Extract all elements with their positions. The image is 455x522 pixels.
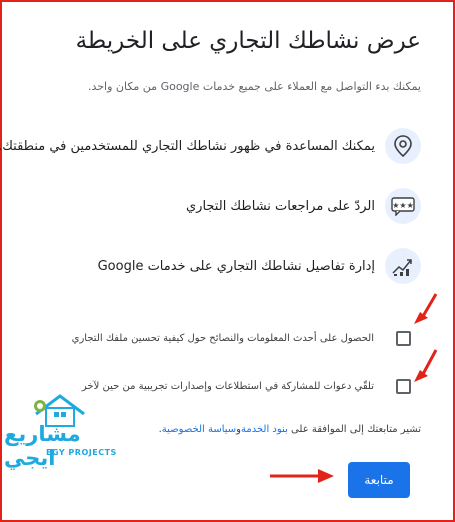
- annotation-arrow-icon: [414, 293, 438, 324]
- surveys-checkbox[interactable]: [396, 378, 411, 394]
- feature-row-reviews: ★★★ الردّ على مراجعات نشاطك التجاري: [21, 186, 421, 226]
- surveys-checkbox-label: تلقّي دعوات للمشاركة في استطلاعات وإصدار…: [81, 380, 374, 392]
- annotation-arrow-icon: [414, 349, 438, 382]
- feature-text: الردّ على مراجعات نشاطك التجاري: [186, 198, 375, 214]
- checkbox-row-tips[interactable]: الحصول على أحدث المعلومات والنصائح حول ك…: [21, 326, 411, 350]
- watermark-logo: مشاريع ايجي EGY PROJECTS: [2, 392, 122, 470]
- watermark-text: مشاريع ايجي: [4, 422, 81, 470]
- feature-row-manage: إدارة تفاصيل نشاطك التجاري على خدمات Goo…: [21, 246, 421, 286]
- continue-button[interactable]: متابعة: [348, 462, 410, 498]
- feature-text: إدارة تفاصيل نشاطك التجاري على خدمات Goo…: [97, 258, 375, 274]
- tips-checkbox[interactable]: [396, 330, 411, 346]
- terms-prefix: تشير متابعتك إلى الموافقة على: [291, 424, 421, 435]
- annotation-arrow-icon: [270, 469, 334, 483]
- review-chat-icon: ★★★: [385, 188, 421, 224]
- watermark-subtext: EGY PROJECTS: [46, 448, 117, 457]
- dialog-subtitle: يمكنك بدء التواصل مع العملاء على جميع خد…: [87, 80, 421, 93]
- tips-checkbox-label: الحصول على أحدث المعلومات والنصائح حول ك…: [71, 332, 374, 344]
- location-pin-icon: [385, 128, 421, 164]
- dialog-title: عرض نشاطك التجاري على الخريطة: [75, 28, 421, 54]
- growth-chart-icon: [385, 248, 421, 284]
- feature-text: يمكنك المساعدة في ظهور نشاطك التجاري للم…: [0, 138, 375, 154]
- feature-row-location: يمكنك المساعدة في ظهور نشاطك التجاري للم…: [0, 126, 421, 166]
- terms-of-service-link[interactable]: بنود الخدمة: [241, 424, 288, 435]
- privacy-policy-link[interactable]: سياسة الخصوصية: [162, 424, 236, 435]
- svg-text:★★★: ★★★: [392, 201, 414, 210]
